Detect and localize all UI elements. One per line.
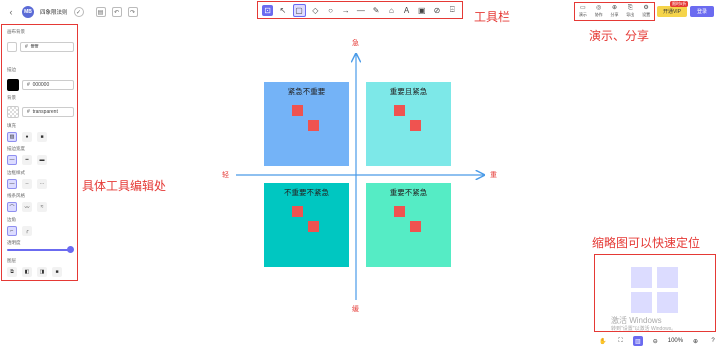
minimap-block (657, 292, 678, 313)
axis-label-not-urgent: 缓 (352, 306, 359, 313)
axis-label-urgent: 急 (352, 40, 359, 47)
task-square[interactable] (292, 105, 303, 116)
quadrant-urgent-not-important[interactable]: 紧急不重要 (264, 82, 349, 166)
quadrant-important-urgent[interactable]: 重要且紧急 (366, 82, 451, 166)
task-square[interactable] (292, 206, 303, 217)
task-square[interactable] (410, 221, 421, 232)
hand-icon[interactable]: ✋ (598, 336, 608, 346)
axis-label-important: 重 (490, 172, 497, 179)
quadrant-label: 重要且紧急 (389, 87, 428, 96)
task-square[interactable] (394, 206, 405, 217)
windows-watermark-sub: 转到"设置"以激活 Windows。 (611, 326, 677, 332)
task-square[interactable] (410, 120, 421, 131)
minimap-block (631, 267, 652, 288)
task-square[interactable] (308, 221, 319, 232)
task-square[interactable] (394, 105, 405, 116)
zoom-in-icon[interactable]: ⊕ (691, 336, 701, 346)
quadrant-label: 不重要不紧急 (284, 188, 329, 197)
minimap-icon[interactable]: ▥ (632, 336, 643, 346)
quadrant-important-not-urgent[interactable]: 重要不紧急 (366, 183, 451, 267)
zoom-bar: ✋ ⛶ ▥ ⊖ 100% ⊕ ? (598, 334, 718, 348)
axis-label-minor: 轻 (222, 172, 229, 179)
quadrant-not-important-not-urgent[interactable]: 不重要不紧急 (264, 183, 349, 267)
minimap-block (631, 292, 652, 313)
minimap[interactable]: 激活 Windows 转到"设置"以激活 Windows。 (594, 254, 716, 332)
fullscreen-icon[interactable]: ⛶ (615, 336, 625, 346)
task-square[interactable] (308, 120, 319, 131)
quadrant-label: 重要不紧急 (389, 188, 428, 197)
minimap-block (657, 267, 678, 288)
minimap-annotation: 缩略图可以快速定位 (592, 236, 701, 250)
quadrant-label: 紧急不重要 (287, 87, 326, 96)
zoom-out-icon[interactable]: ⊖ (650, 336, 660, 346)
zoom-level: 100% (667, 338, 684, 344)
help-icon[interactable]: ? (708, 336, 718, 346)
